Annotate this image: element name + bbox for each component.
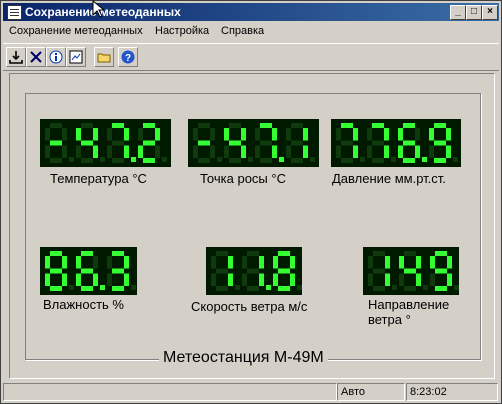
wind-speed-label: Скорость ветра м/с xyxy=(191,299,308,314)
humidity-display xyxy=(40,247,137,295)
temperature-display xyxy=(40,119,171,167)
pressure-label: Давление мм.рт.ст. xyxy=(332,171,446,186)
toolbar: ? xyxy=(3,43,499,71)
download-icon[interactable] xyxy=(6,47,26,67)
menu-bar: Сохранение метеоданных Настройка Справка xyxy=(3,22,499,41)
segment-display-svg xyxy=(188,119,319,167)
status-time: 8:23:02 xyxy=(406,383,498,401)
status-bar: Авто 8:23:02 xyxy=(3,383,499,401)
menu-settings[interactable]: Настройка xyxy=(155,25,209,37)
info-icon[interactable] xyxy=(46,47,66,67)
wind-direction-display xyxy=(363,247,459,295)
help-icon[interactable]: ? xyxy=(118,47,138,67)
close-button[interactable]: × xyxy=(482,5,498,20)
segment-display-svg xyxy=(206,247,302,295)
segment-display-svg xyxy=(40,119,171,167)
segment-display-svg xyxy=(331,119,461,167)
dew-point-display xyxy=(188,119,319,167)
segment-display-svg xyxy=(40,247,137,295)
minimize-button[interactable]: _ xyxy=(450,5,466,20)
app-icon xyxy=(7,5,22,20)
segment-display-svg xyxy=(363,247,459,295)
title-bar[interactable]: Сохранение метеоданных _ □ × xyxy=(3,3,499,21)
svg-text:?: ? xyxy=(125,53,131,64)
mouse-cursor-icon xyxy=(92,0,104,18)
menu-save-data[interactable]: Сохранение метеоданных xyxy=(9,25,143,37)
wind-direction-label-2: ветра ° xyxy=(368,312,411,327)
maximize-button[interactable]: □ xyxy=(466,5,482,20)
status-mode: Авто xyxy=(337,383,405,401)
wind-direction-label-1: Направление xyxy=(368,297,450,312)
menu-help[interactable]: Справка xyxy=(221,25,264,37)
temperature-label: Температура °C xyxy=(50,171,147,186)
close-icon[interactable] xyxy=(26,47,46,67)
dew-point-label: Точка росы °C xyxy=(200,171,286,186)
station-title: Метеостанция М-49М xyxy=(159,349,328,367)
chart-icon[interactable] xyxy=(66,47,86,67)
status-pane-main xyxy=(3,383,337,401)
main-window: Сохранение метеоданных _ □ × Сохранение … xyxy=(0,0,502,404)
wind-speed-display xyxy=(206,247,302,295)
humidity-label: Влажность % xyxy=(43,297,124,312)
pressure-display xyxy=(331,119,461,167)
folder-icon[interactable] xyxy=(94,47,114,67)
